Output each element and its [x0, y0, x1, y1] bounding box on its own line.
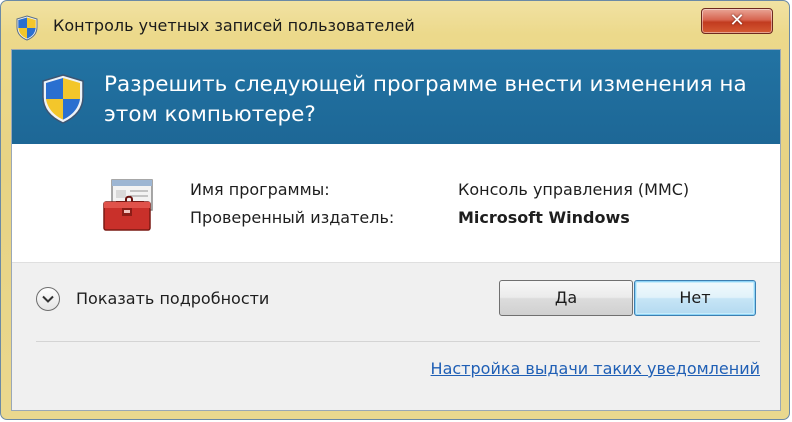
program-name-label: Имя программы:: [190, 180, 330, 199]
program-name-value: Консоль управления (MMC): [458, 180, 690, 199]
uac-dialog-window: Контроль учетных записей пользователей ✕…: [0, 0, 790, 420]
publisher-value: Microsoft Windows: [458, 208, 630, 227]
publisher-label: Проверенный издатель:: [190, 208, 395, 227]
close-icon: ✕: [729, 10, 745, 31]
footer-divider: [36, 341, 760, 342]
window-title: Контроль учетных записей пользователей: [53, 16, 415, 35]
uac-shield-icon: [42, 74, 84, 124]
question-banner: Разрешить следующей программе внести изм…: [12, 50, 780, 144]
program-details: Имя программы: Консоль управления (MMC) …: [12, 144, 780, 262]
banner-question: Разрешить следующей программе внести изм…: [104, 72, 747, 127]
dialog-footer: Показать подробности Да Нет Настройка вы…: [12, 262, 780, 410]
uac-shield-icon: [16, 15, 38, 41]
yes-button[interactable]: Да: [499, 280, 633, 316]
no-button[interactable]: Нет: [634, 280, 756, 316]
notification-settings-link[interactable]: Настройка выдачи таких уведомлений: [431, 359, 760, 378]
close-button[interactable]: ✕: [701, 8, 773, 34]
show-details-label: Показать подробности: [76, 289, 270, 308]
toolbox-icon: [103, 179, 153, 231]
title-bar[interactable]: Контроль учетных записей пользователей ✕: [1, 1, 789, 49]
dialog-client-area: Разрешить следующей программе внести изм…: [11, 49, 781, 411]
chevron-down-icon: [36, 287, 60, 311]
